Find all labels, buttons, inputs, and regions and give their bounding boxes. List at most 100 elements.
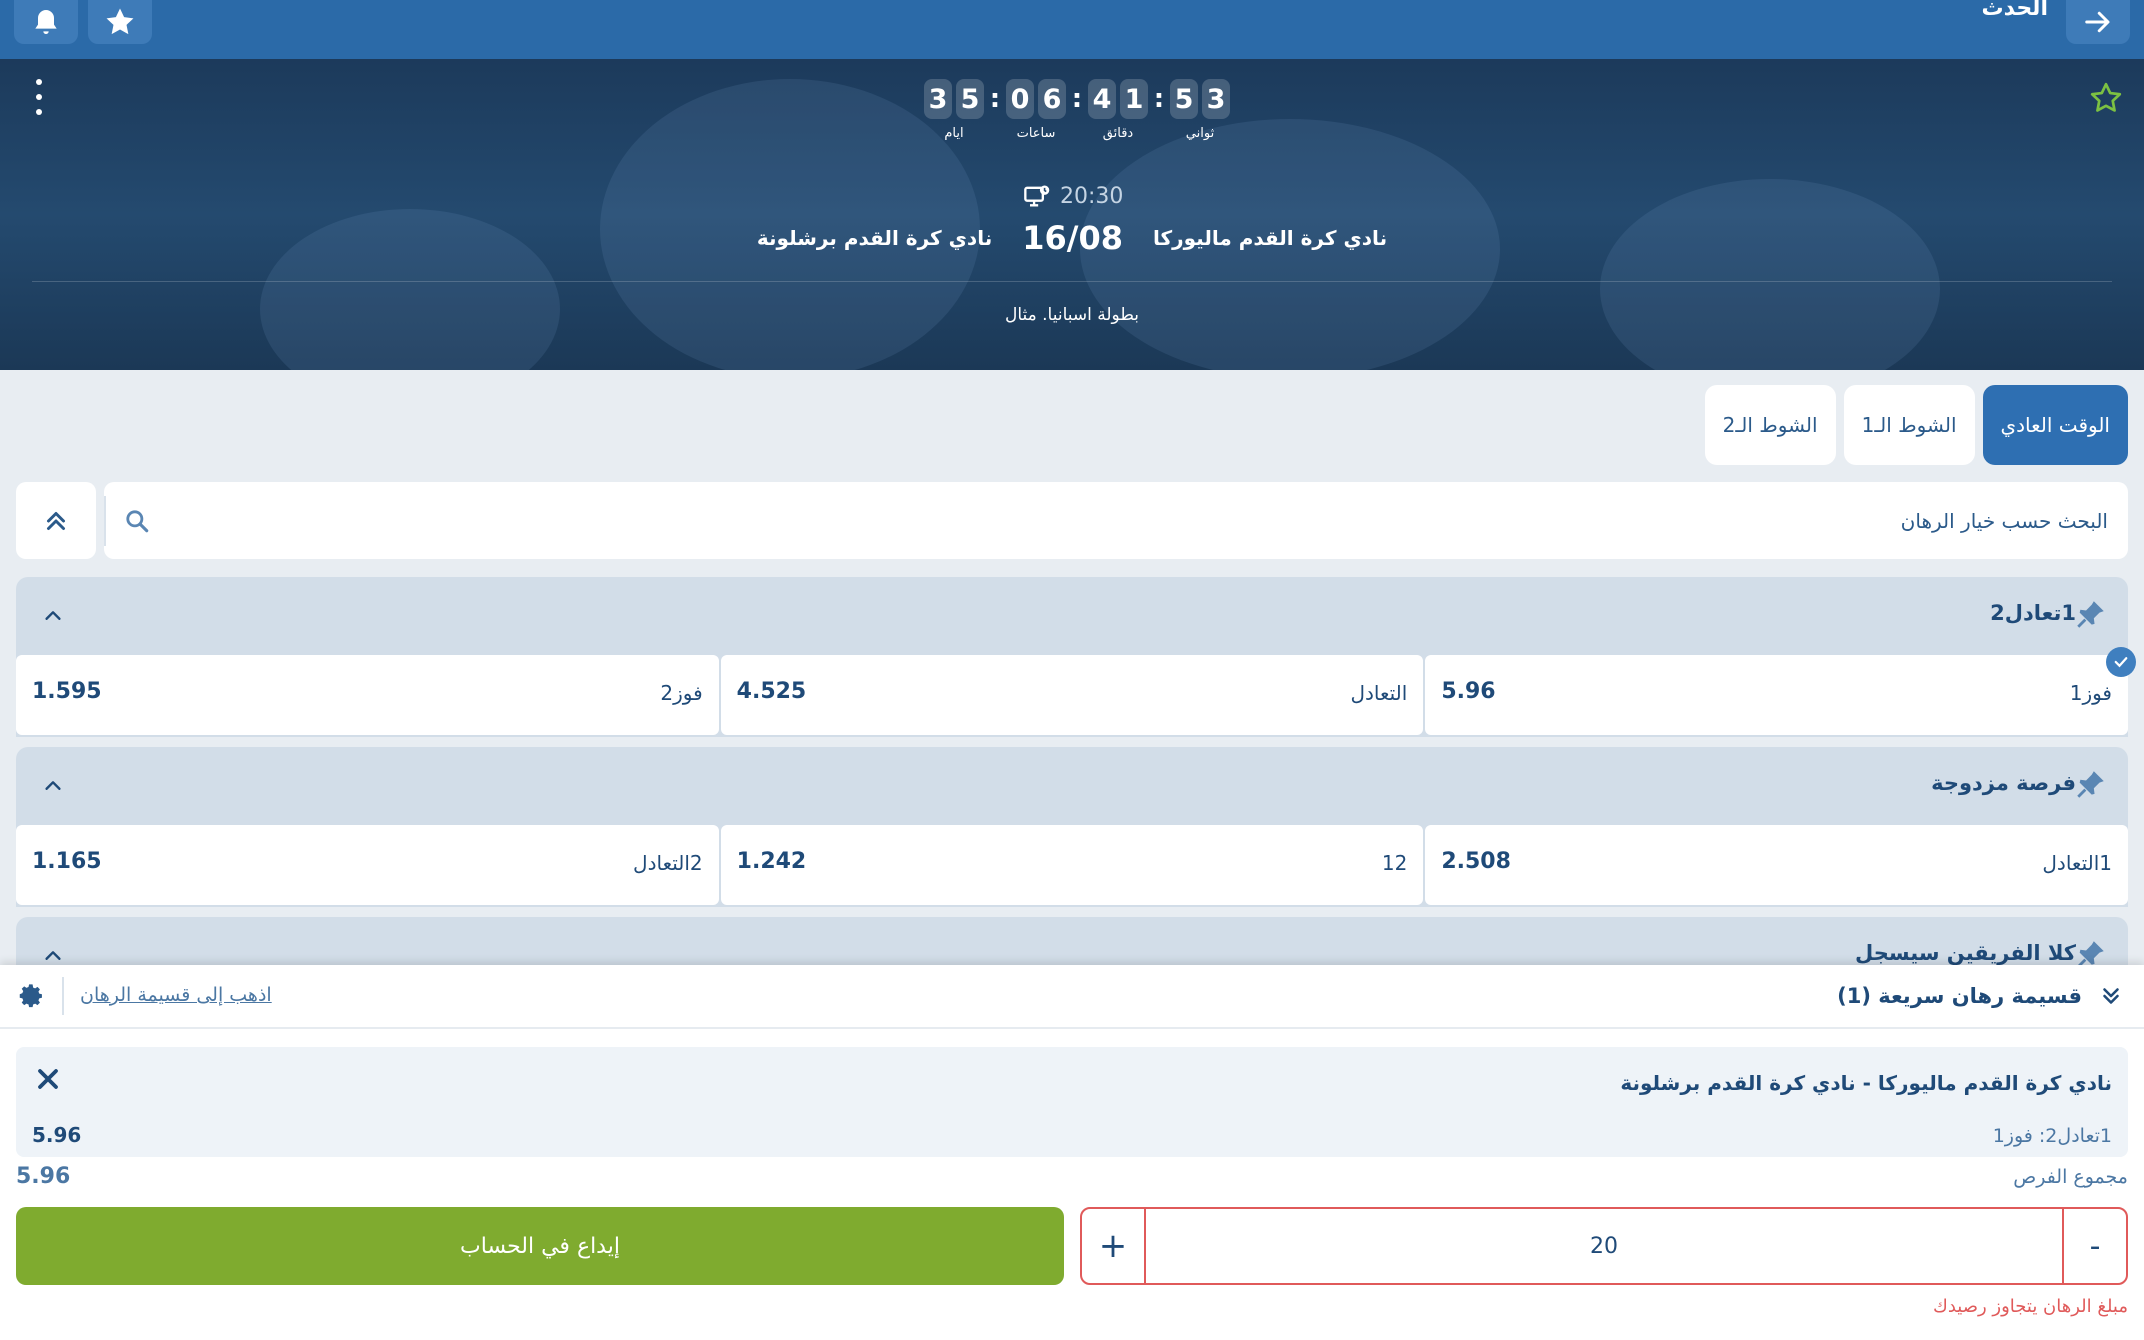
- outcome-odds: 4.525: [736, 679, 807, 704]
- outcome-odds: 5.96: [1441, 679, 1496, 704]
- countdown-digit: 0: [1006, 79, 1034, 119]
- outcome-label: 2التعادل: [633, 851, 703, 875]
- countdown-separator: :: [1071, 84, 1083, 114]
- total-odds-label: مجموع الفرص: [2013, 1166, 2128, 1188]
- arrow-right-icon: [2085, 11, 2110, 33]
- outcome-label: 12: [1381, 851, 1408, 875]
- countdown-timer: 3 5 ايام : 0 6 ساعات : 4 1 دقائق : 5 3 ث…: [924, 79, 1230, 149]
- outcome-odds: 1.242: [736, 849, 807, 874]
- pin-icon[interactable]: [2074, 597, 2108, 631]
- chevron-up-icon[interactable]: [42, 945, 64, 967]
- outcome-away-win[interactable]: فوز2 1.595: [15, 655, 719, 735]
- event-hero: 3 5 ايام : 0 6 ساعات : 4 1 دقائق : 5 3 ث…: [0, 59, 2144, 370]
- favorite-star-icon[interactable]: [2088, 80, 2124, 116]
- betslip-header[interactable]: قسيمة رهان سريعة (1) اذهب إلى قسيمة الره…: [0, 965, 2144, 1029]
- away-team: نادي كرة القدم برشلونة: [756, 226, 993, 250]
- tab-second-half[interactable]: الشوط الـ2: [1704, 385, 1836, 465]
- betslip-item: نادي كرة القدم ماليوركا - نادي كرة القدم…: [16, 1047, 2128, 1157]
- top-bar: الحدث: [0, 0, 2144, 59]
- goto-betslip-link[interactable]: اذهب إلى قسيمة الرهان: [80, 984, 272, 1006]
- outcome-label: 1التعادل: [2042, 851, 2112, 875]
- decrease-stake-button[interactable]: -: [2062, 1209, 2126, 1283]
- betslip-title: قسيمة رهان سريعة (1): [1837, 984, 2082, 1008]
- outcome-home-win[interactable]: فوز1 5.96: [1425, 647, 2136, 735]
- search-input[interactable]: [208, 500, 2108, 542]
- tab-regular-time[interactable]: الوقت العادي: [1982, 385, 2128, 465]
- market-1x2: 1تعادل2 فوز1 5.96 التعادل 4.525 فوز2 1.5…: [15, 577, 2136, 737]
- countdown-digit: 6: [1038, 79, 1066, 119]
- countdown-digit: 3: [924, 79, 952, 119]
- tab-first-half[interactable]: الشوط الـ1: [1843, 385, 1975, 465]
- countdown-label: ايام: [944, 126, 964, 141]
- outcome-odds: 2.508: [1441, 849, 1511, 874]
- gear-icon[interactable]: [18, 982, 46, 1010]
- outcome-home-or-draw[interactable]: 1التعادل 2.508: [1425, 825, 2128, 905]
- period-tabs: الوقت العادي الشوط الـ1 الشوط الـ2: [1704, 385, 2128, 465]
- market-outcomes: فوز1 5.96 التعادل 4.525 فوز2 1.595: [15, 647, 2136, 735]
- kickoff-info: 20:30: [1022, 182, 1123, 210]
- league-name: بطولة اسبانيا. مثال: [1004, 305, 1140, 325]
- page-title: الحدث: [1981, 0, 2048, 21]
- collapse-all-button[interactable]: [16, 482, 96, 559]
- notifications-button[interactable]: [14, 0, 78, 44]
- countdown-digit: 1: [1120, 79, 1148, 119]
- header-divider: [62, 977, 64, 1015]
- chevron-up-icon[interactable]: [42, 775, 64, 797]
- favorites-button[interactable]: [88, 0, 152, 44]
- pin-icon[interactable]: [2074, 767, 2108, 801]
- double-chevron-up-icon: [47, 511, 65, 530]
- match-teams: نادي كرة القدم ماليوركا 16/08 نادي كرة ا…: [0, 218, 2144, 258]
- match-date: 16/08: [1022, 219, 1123, 257]
- search-divider: [104, 496, 106, 546]
- outcome-label: التعادل: [1350, 681, 1408, 705]
- search-bar: [104, 482, 2128, 559]
- countdown-hours: 0 6 ساعات: [1006, 79, 1066, 141]
- hero-divider: [32, 281, 2112, 282]
- selected-check-icon: [2106, 647, 2136, 677]
- home-team: نادي كرة القدم ماليوركا: [1152, 226, 1388, 250]
- countdown-label: ثواني: [1185, 126, 1215, 141]
- market-title: 1تعادل2: [1990, 601, 2076, 625]
- countdown-separator: :: [1153, 84, 1165, 114]
- market-double-chance: فرصة مزدوجة 1التعادل 2.508 12 1.242 2الت…: [15, 747, 2128, 907]
- countdown-digit: 5: [956, 79, 984, 119]
- market-title: فرصة مزدوجة: [1931, 771, 2076, 795]
- stake-input[interactable]: [1146, 1209, 2062, 1283]
- outcome-odds: 1.165: [31, 849, 102, 874]
- outcome-draw[interactable]: التعادل 4.525: [720, 655, 1424, 735]
- countdown-separator: :: [989, 84, 1001, 114]
- outcome-label: فوز1: [2069, 681, 2112, 705]
- countdown-label: دقائق: [1102, 126, 1134, 141]
- tv-broadcast-icon: [1024, 185, 1050, 207]
- double-chevron-down-icon[interactable]: [2098, 983, 2124, 1009]
- outcome-label: فوز2: [660, 681, 703, 705]
- countdown-digit: 5: [1170, 79, 1198, 119]
- betslip-match: نادي كرة القدم ماليوركا - نادي كرة القدم…: [1620, 1071, 2112, 1095]
- chevron-up-icon[interactable]: [42, 605, 64, 627]
- countdown-digit: 3: [1202, 79, 1230, 119]
- increase-stake-button[interactable]: +: [1082, 1209, 1146, 1283]
- market-title: كلا الفريقين سيسجل: [1855, 941, 2076, 965]
- search-icon[interactable]: [124, 508, 150, 534]
- more-options-button[interactable]: [28, 79, 50, 115]
- countdown-seconds: 5 3 ثواني: [1170, 79, 1230, 141]
- stake-stepper: - +: [1080, 1207, 2128, 1285]
- deposit-button[interactable]: إيداع في الحساب: [16, 1207, 1064, 1285]
- close-icon[interactable]: [32, 1063, 64, 1095]
- star-icon: [106, 8, 134, 35]
- market-header[interactable]: 1تعادل2: [16, 577, 2128, 655]
- outcome-home-or-away[interactable]: 12 1.242: [720, 825, 1424, 905]
- countdown-minutes: 4 1 دقائق: [1088, 79, 1148, 141]
- countdown-label: ساعات: [1016, 126, 1056, 141]
- betslip-odds: 5.96: [32, 1123, 82, 1147]
- countdown-digit: 4: [1088, 79, 1116, 119]
- betslip-pick: 1تعادل2: فوز1: [1992, 1125, 2112, 1147]
- total-odds-value: 5.96: [16, 1164, 71, 1189]
- market-outcomes: 1التعادل 2.508 12 1.242 2التعادل 1.165: [15, 825, 2128, 905]
- quick-betslip: قسيمة رهان سريعة (1) اذهب إلى قسيمة الره…: [0, 965, 2144, 1340]
- countdown-days: 3 5 ايام: [924, 79, 984, 141]
- outcome-odds: 1.595: [31, 679, 102, 704]
- outcome-away-or-draw[interactable]: 2التعادل 1.165: [15, 825, 719, 905]
- market-header[interactable]: فرصة مزدوجة: [16, 747, 2128, 825]
- back-button[interactable]: [2066, 0, 2130, 44]
